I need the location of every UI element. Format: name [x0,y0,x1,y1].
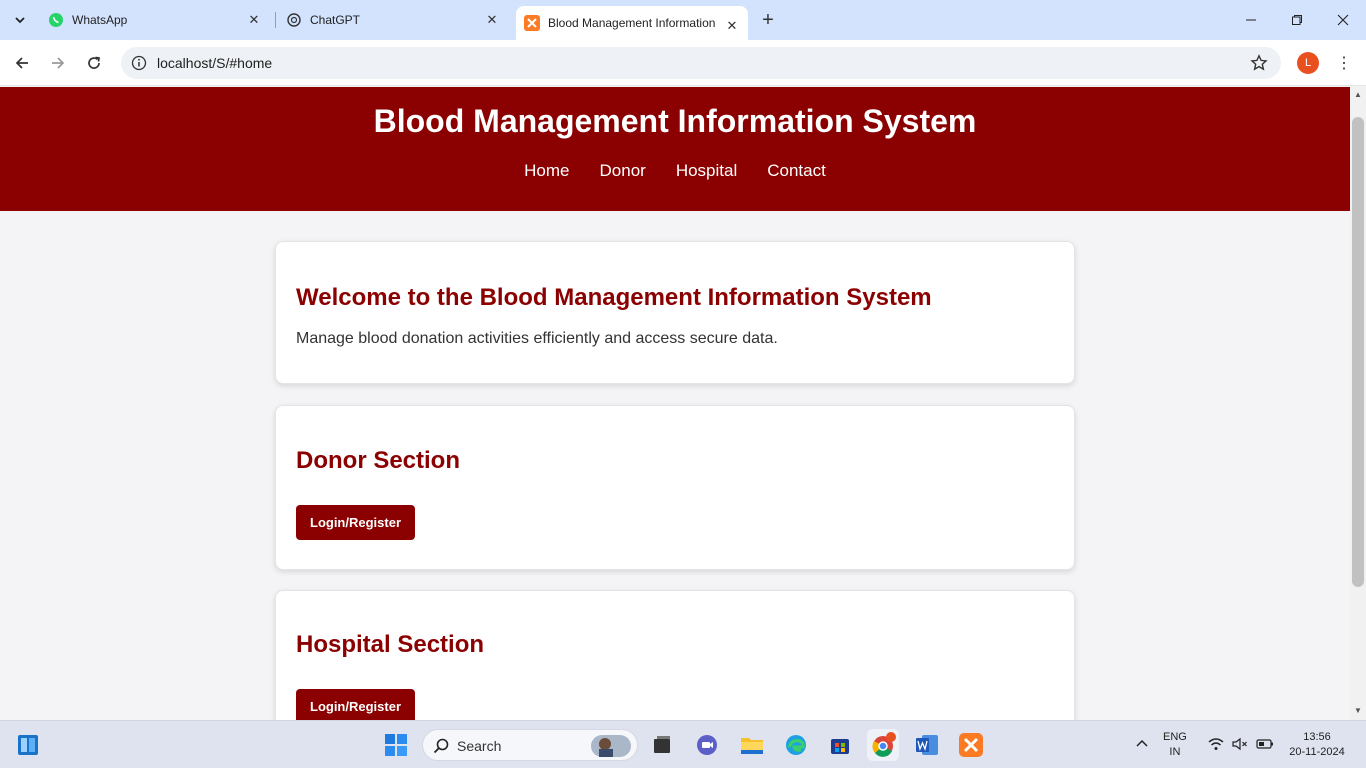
tab-separator [275,12,276,28]
tab-title: ChatGPT [310,13,361,27]
clock-time: 13:56 [1303,731,1331,743]
search-highlight-icon [591,735,631,757]
menu-kebab-icon[interactable]: ⋮ [1334,52,1354,74]
welcome-card: Welcome to the Blood Management Informat… [275,241,1075,384]
scroll-down-icon[interactable]: ▼ [1353,706,1363,716]
hospital-section-card: Hospital Section Login/Register [275,590,1075,720]
welcome-heading: Welcome to the Blood Management Informat… [296,284,932,311]
start-icon[interactable] [380,729,412,761]
welcome-text: Manage blood donation activities efficie… [296,330,778,347]
search-icon [433,738,449,754]
close-icon[interactable]: ✕ [724,18,740,34]
tab-whatsapp[interactable]: WhatsApp ✕ [48,0,270,40]
battery-icon[interactable] [1256,737,1274,754]
taskbar: Search ENG IN 13:56 20-11-2024 [0,720,1366,768]
tab-chatgpt[interactable]: ChatGPT ✕ [286,0,508,40]
taskbar-search-label: Search [457,738,502,754]
new-tab-button[interactable]: + [756,8,780,32]
profile-avatar[interactable]: L [1297,52,1319,74]
close-icon [1337,14,1349,26]
file-explorer-icon[interactable] [736,729,768,761]
volume-muted-icon[interactable] [1231,736,1249,755]
nav-home[interactable]: Home [524,161,569,181]
site-title: Blood Management Information System [373,103,977,139]
scroll-thumb[interactable] [1352,117,1364,587]
address-bar[interactable]: localhost/S/#home [121,47,1281,79]
task-view-icon[interactable] [646,729,678,761]
restore-button[interactable] [1274,0,1320,40]
clock[interactable]: 13:56 20-11-2024 [1286,730,1348,760]
site-header: Blood Management Information System Home… [0,87,1350,211]
donor-login-register-button[interactable]: Login/Register [296,505,416,540]
nav-donor[interactable]: Donor [600,161,646,181]
tab-title: WhatsApp [72,13,128,27]
language-code: ENG [1163,731,1187,743]
browser-toolbar: localhost/S/#home L ⋮ [0,40,1366,86]
url-text[interactable]: localhost/S/#home [157,55,272,71]
arrow-left-icon [15,57,28,69]
microsoft-store-icon[interactable] [824,729,856,761]
minimize-button[interactable] [1228,0,1274,40]
word-icon[interactable] [911,729,943,761]
chatgpt-icon [286,12,302,28]
widgets-icon[interactable] [12,729,44,761]
hospital-login-register-button[interactable]: Login/Register [296,689,416,720]
xampp-icon [524,15,540,31]
nav-hospital[interactable]: Hospital [676,161,737,181]
chevron-up-icon [1136,739,1148,747]
donor-section-heading: Donor Section [296,447,461,474]
show-hidden-icons[interactable] [1134,735,1150,754]
chrome-icon[interactable] [867,729,899,761]
donor-section-card: Donor Section Login/Register [275,405,1075,570]
wifi-icon[interactable] [1207,736,1225,755]
reload-button[interactable] [80,49,108,77]
reload-icon [88,56,100,69]
tab-search-button[interactable] [6,7,34,33]
tab-title: Blood Management Information System [548,16,718,30]
page-viewport: Blood Management Information System Home… [0,87,1350,720]
region-code: IN [1169,746,1181,758]
edge-browser-icon[interactable] [780,729,812,761]
tab-strip: WhatsApp ✕ ChatGPT ✕ Blood Management In… [0,0,1366,40]
restore-icon [1292,15,1302,25]
clock-date: 20-11-2024 [1289,746,1345,758]
scroll-up-icon[interactable]: ▲ [1353,90,1363,100]
language-indicator[interactable]: ENG IN [1163,730,1187,760]
chevron-down-icon [15,17,25,24]
arrow-right-icon [52,57,65,69]
bookmark-star-icon[interactable] [1249,53,1269,73]
hospital-section-heading: Hospital Section [296,631,485,658]
teams-chat-icon[interactable] [691,729,723,761]
whatsapp-icon [48,12,64,28]
site-info-icon[interactable] [129,53,149,73]
back-button[interactable] [8,49,36,77]
nav-contact[interactable]: Contact [767,161,826,181]
close-window-button[interactable] [1320,0,1366,40]
page-scrollbar[interactable]: ▲ ▼ [1350,87,1366,720]
xampp-icon[interactable] [955,729,987,761]
site-nav: Home Donor Hospital Contact [0,161,1350,181]
taskbar-search[interactable]: Search [422,729,638,761]
forward-button[interactable] [44,49,72,77]
minimize-icon [1246,19,1256,21]
tab-blood-management[interactable]: Blood Management Information System ✕ [516,6,748,40]
close-icon[interactable]: ✕ [246,12,262,28]
close-icon[interactable]: ✕ [484,12,500,28]
